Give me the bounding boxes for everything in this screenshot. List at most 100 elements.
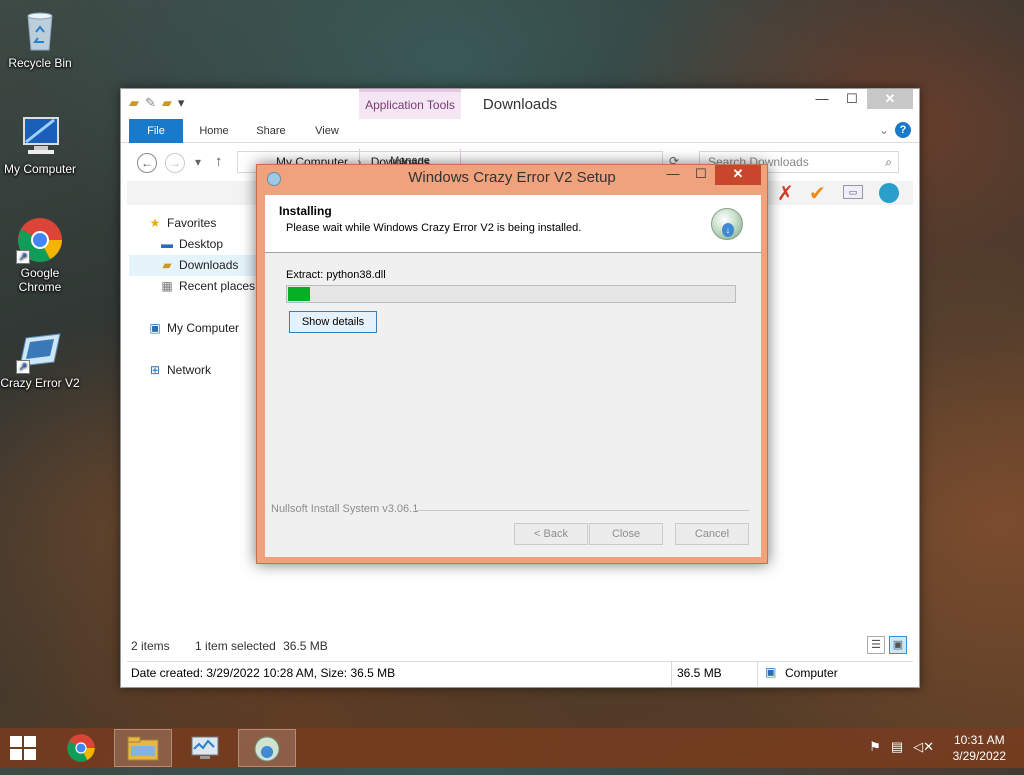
clock-date: 3/29/2022 bbox=[952, 749, 1006, 763]
show-details-button[interactable]: Show details bbox=[289, 311, 377, 333]
sidebar-item-label: Recent places bbox=[179, 279, 256, 293]
branding-divider bbox=[415, 510, 749, 511]
large-icons-view-icon[interactable]: ▣ bbox=[889, 636, 907, 654]
expand-ribbon-icon[interactable]: ⌄ bbox=[879, 123, 889, 137]
downloads-folder-icon: ▰ bbox=[162, 258, 172, 272]
dialog-body: Installing Please wait while Windows Cra… bbox=[265, 195, 761, 557]
back-button[interactable]: ← bbox=[137, 153, 157, 173]
minimize-button[interactable]: — bbox=[807, 89, 837, 109]
desktop-icon-label: Google Chrome bbox=[18, 266, 62, 294]
extract-status: Extract: python38.dll bbox=[286, 269, 386, 281]
maximize-button[interactable]: ☐ bbox=[837, 89, 867, 109]
computer-icon: ▣ bbox=[765, 665, 777, 679]
help-icon[interactable]: ? bbox=[895, 122, 911, 138]
download-arrow-icon: ↓ bbox=[722, 223, 734, 237]
search-icon: ⌕ bbox=[885, 155, 892, 169]
start-button[interactable] bbox=[10, 736, 38, 760]
install-progress-bar bbox=[286, 285, 736, 303]
window-title: Downloads bbox=[482, 96, 558, 113]
clock[interactable]: 10:31 AM 3/29/2022 bbox=[953, 732, 1006, 764]
email-icon[interactable]: ▭ bbox=[843, 185, 863, 199]
up-button[interactable]: ↑ bbox=[215, 153, 223, 170]
desktop-icon-label: Crazy Error V2 bbox=[0, 376, 80, 390]
window-controls: — ☐ ✕ bbox=[807, 89, 913, 109]
forward-button[interactable]: → bbox=[165, 153, 185, 173]
view-switcher: ☰ ▣ bbox=[867, 636, 907, 654]
explorer-titlebar: ▰ ✎ ▰ ▾ Application Tools Downloads — ☐ … bbox=[121, 89, 919, 119]
tab-view[interactable]: View bbox=[305, 119, 349, 143]
delete-icon[interactable]: ✗ bbox=[777, 181, 794, 206]
desktop-icon-google-chrome[interactable]: ↗ Google Chrome bbox=[0, 216, 80, 294]
close-dialog-button[interactable]: Close bbox=[589, 523, 663, 545]
tab-file[interactable]: File bbox=[129, 119, 183, 143]
status-bar: 2 items 1 item selected 36.5 MB bbox=[131, 639, 328, 653]
back-button[interactable]: < Back bbox=[514, 523, 588, 545]
chrome-icon bbox=[67, 734, 95, 762]
sidebar-item-network[interactable]: ⊞ Network bbox=[129, 360, 259, 381]
selection-size: 36.5 MB bbox=[283, 639, 328, 653]
recent-locations-icon[interactable]: ▾ bbox=[195, 155, 201, 169]
progress-fill bbox=[288, 287, 310, 301]
folder-icon bbox=[127, 736, 159, 761]
sidebar-item-label: My Computer bbox=[167, 321, 240, 335]
chrome-icon: ↗ bbox=[16, 216, 64, 264]
app-icon: ↗ bbox=[16, 326, 64, 374]
sidebar-item-label: Downloads bbox=[179, 258, 239, 272]
navigation-pane: ★ Favorites ▬ Desktop ▰ Downloads ▦ Recent p… bbox=[129, 213, 259, 381]
dialog-header: Installing Please wait while Windows Cra… bbox=[265, 195, 761, 253]
sidebar-item-label: Desktop bbox=[179, 237, 224, 251]
ribbon-tabs: File Home Share View Manage ⌄ ? bbox=[121, 119, 919, 173]
taskbar-setup[interactable] bbox=[238, 729, 296, 767]
item-count: 2 items bbox=[131, 639, 170, 653]
desktop-icon-recycle-bin[interactable]: Recycle Bin bbox=[0, 6, 80, 70]
sidebar-item-desktop[interactable]: ▬ Desktop bbox=[129, 234, 259, 255]
desktop-icon-crazy-error[interactable]: ↗ Crazy Error V2 bbox=[0, 326, 80, 390]
cancel-button[interactable]: Cancel bbox=[675, 523, 749, 545]
computer-icon bbox=[16, 112, 64, 160]
network-status-icon[interactable]: ▤ bbox=[891, 739, 903, 755]
globe-icon[interactable] bbox=[879, 183, 899, 203]
details-bar: Date created: 3/29/2022 10:28 AM, Size: … bbox=[127, 661, 913, 686]
details-location: Computer bbox=[785, 666, 838, 680]
star-icon: ★ bbox=[149, 216, 161, 230]
sidebar-item-my-computer[interactable]: ▣ My Computer bbox=[129, 318, 259, 339]
setup-dialog: Windows Crazy Error V2 Setup — ☐ ✕ Insta… bbox=[256, 164, 768, 564]
desktop-icon-my-computer[interactable]: My Computer bbox=[0, 112, 80, 176]
recycle-bin-icon bbox=[16, 6, 64, 54]
checkmark-icon[interactable]: ✔ bbox=[809, 181, 826, 206]
details-created: Date created: 3/29/2022 10:28 AM, Size: … bbox=[131, 666, 396, 680]
system-tray: ⚑ ▤ ◁✕ bbox=[869, 739, 934, 755]
sidebar-item-label: Network bbox=[167, 363, 212, 377]
selection-count: 1 item selected bbox=[195, 639, 276, 653]
page-subtitle: Please wait while Windows Crazy Error V2… bbox=[286, 222, 582, 234]
recent-places-icon: ▦ bbox=[161, 279, 173, 293]
taskbar: ⚑ ▤ ◁✕ 10:31 AM 3/29/2022 bbox=[0, 728, 1024, 768]
desktop-icon-label: My Computer bbox=[3, 162, 77, 176]
desktop-icon-label: Recycle Bin bbox=[8, 56, 72, 70]
taskbar-chrome[interactable] bbox=[52, 729, 110, 767]
sidebar-item-recent-places[interactable]: ▦ Recent places bbox=[129, 276, 259, 297]
installer-globe-icon bbox=[254, 736, 280, 762]
details-size: 36.5 MB bbox=[677, 666, 722, 680]
minimize-button[interactable]: — bbox=[659, 165, 687, 185]
action-center-flag-icon[interactable]: ⚑ bbox=[869, 739, 881, 755]
details-view-icon[interactable]: ☰ bbox=[867, 636, 885, 654]
taskbar-file-explorer[interactable] bbox=[114, 729, 172, 767]
desktop-icon: ▬ bbox=[161, 237, 173, 251]
close-button[interactable]: ✕ bbox=[715, 165, 761, 185]
close-button[interactable]: ✕ bbox=[867, 89, 913, 109]
shortcut-arrow-icon: ↗ bbox=[16, 250, 30, 264]
shortcut-arrow-icon: ↗ bbox=[16, 360, 30, 374]
tab-share[interactable]: Share bbox=[247, 119, 295, 143]
computer-icon: ▣ bbox=[149, 321, 161, 335]
tab-home[interactable]: Home bbox=[191, 119, 237, 143]
maximize-button[interactable]: ☐ bbox=[687, 165, 715, 185]
clock-time: 10:31 AM bbox=[953, 733, 1005, 747]
taskbar-task-manager[interactable] bbox=[176, 729, 234, 767]
sidebar-item-favorites[interactable]: ★ Favorites bbox=[129, 213, 259, 234]
monitor-icon bbox=[191, 736, 219, 759]
sidebar-item-downloads[interactable]: ▰ Downloads bbox=[129, 255, 259, 276]
dialog-window-controls: — ☐ ✕ bbox=[659, 165, 761, 185]
page-title: Installing bbox=[279, 204, 332, 218]
volume-muted-icon[interactable]: ◁✕ bbox=[913, 739, 934, 755]
